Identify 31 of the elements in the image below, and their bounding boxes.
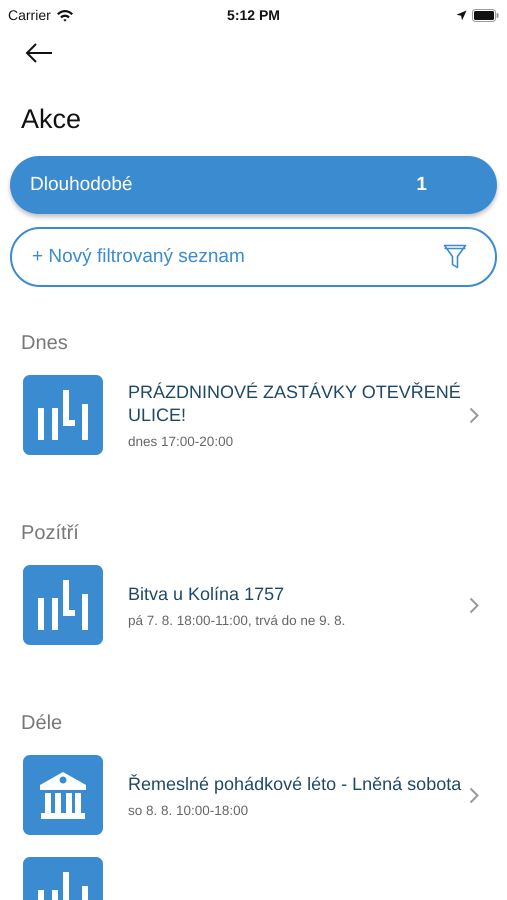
event-icon (23, 565, 103, 645)
carrier-label: Carrier (8, 7, 51, 23)
chevron-icon (469, 406, 479, 424)
event-row[interactable]: Řemeslné pohádkové léto - Lněná sobota so 8. 8. 10:00-18:00 (0, 733, 507, 857)
new-list-button[interactable]: + Nový filtrovaný seznam (10, 227, 497, 287)
location-icon (456, 10, 467, 20)
event-icon (23, 375, 103, 455)
event-time: dnes 17:00-20:00 (128, 434, 234, 449)
section-heading: Dnes (20, 331, 69, 353)
battery-icon (472, 8, 499, 22)
page-title: Akce (20, 103, 82, 136)
section-heading: Déle (20, 711, 64, 733)
event-title: Bitva u Kolína 1757 (128, 582, 286, 606)
chevron-icon (469, 596, 479, 614)
list-name: Dlouhodobé (30, 174, 132, 196)
list-count: 1 (416, 174, 427, 196)
back-arrow-icon[interactable] (25, 43, 53, 63)
section-heading: Pozítří (20, 521, 80, 543)
filter-icon (443, 244, 467, 270)
event-row[interactable]: PRÁZDNINOVÉ ZASTÁVKY OTEVŘENÉ ULICE! dnes 17:00-20:00 (0, 353, 507, 477)
status-time: 5:12 PM (227, 7, 280, 23)
event-title: Řemeslné pohádkové léto - Lněná sobota (128, 772, 462, 796)
event-time: pá 7. 8. 18:00-11:00, trvá do ne 9. 8. (128, 612, 346, 628)
event-row[interactable]: Bitva u Kolína 1757 pá 7. 8. 18:00-11:00, trvá do ne 9. 8. (0, 543, 507, 667)
event-title: PRÁZDNINOVÉ ZASTÁVKY OTEVŘENÉ ULICE! (128, 381, 462, 427)
event-icon (23, 755, 103, 835)
saved-list-button[interactable]: Dlouhodobé 1 (10, 156, 497, 214)
wifi-icon (56, 8, 74, 22)
chevron-icon (469, 786, 479, 804)
event-time: so 8. 8. 10:00-18:00 (128, 802, 250, 818)
new-list-label: + Nový filtrovaný seznam (32, 246, 245, 268)
